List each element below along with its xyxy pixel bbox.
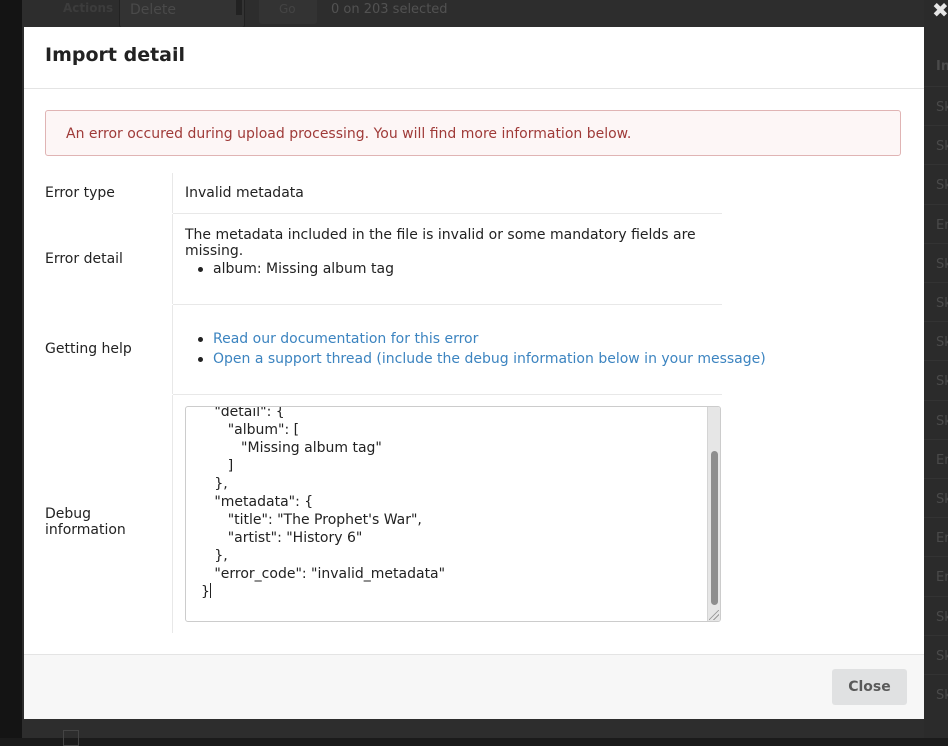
resize-grip-icon[interactable] [709,610,719,620]
table-cell: Sk [936,256,948,272]
debug-code-line: } [201,584,210,600]
table-cell: Er [936,217,948,233]
close-icon[interactable]: ✖ [932,0,948,22]
error-type-row: Error type Invalid metadata [45,173,721,213]
error-detail-label: Error detail [45,251,123,267]
debug-code-line: "title": "The Prophet's War", [201,512,422,528]
error-alert-text: An error occured during upload processin… [66,126,632,142]
table-row-divider [924,86,948,87]
error-alert: An error occured during upload processin… [45,110,901,156]
table-cell: Er [936,452,948,468]
action-select-value: Delete [130,2,176,18]
debug-code-line: "error_code": "invalid_metadata" [201,566,446,582]
go-button: Go [259,0,317,24]
modal-title: Import detail [45,44,186,66]
debug-label-cell: Debug information [45,395,173,633]
debug-scrollbar[interactable] [707,407,720,621]
debug-code-line: "metadata": { [201,494,314,510]
debug-scrollbar-thumb[interactable] [711,451,718,605]
debug-label: Debug information [45,506,126,538]
debug-code-line: }, [201,476,228,492]
debug-code-line: "Missing album tag" [201,440,382,456]
table-cell: Sk [936,139,948,155]
modal-header: Import detail [24,27,924,89]
getting-help-label-cell: Getting help [45,305,173,394]
table-cell: Sk [936,648,948,664]
table-row-divider [924,399,948,401]
actions-label: Actions [63,1,114,15]
table-row-divider [924,674,948,675]
table-row-divider [924,634,948,636]
background-sidebar [0,0,22,738]
error-type-label-cell: Error type [45,173,173,213]
background-table-column: In Sk Sk Sk Er Sk Sk Sk Sk Sk Er Sk Er Er Sk Sk Sk [924,0,948,738]
action-select: Delete [119,0,245,28]
table-row-divider [924,321,948,323]
table-cell: Sk [936,413,948,429]
table-cell: Sk [936,178,948,194]
debug-code-line: "detail": { [201,406,285,420]
table-row-divider [924,242,948,244]
help-item-support: Open a support thread (include the debug… [195,351,766,367]
error-type-value: Invalid metadata [185,185,304,201]
table-cell: Sk [936,688,948,703]
help-item-documentation: Read our documentation for this error [195,331,478,347]
error-detail-text: The metadata included in the file is inv… [185,227,696,259]
table-row-divider [924,282,948,283]
table-cell: Sk [936,296,948,311]
table-row-divider [924,556,948,558]
table-row-divider [924,360,948,362]
error-type-value-cell: Invalid metadata [185,173,721,213]
text-caret [209,583,211,598]
modal-footer: Close [24,654,924,719]
table-cell: Er [936,570,948,586]
table-row-divider [924,438,948,440]
table-cell: Sk [936,335,948,351]
table-row-divider [924,125,948,127]
debug-code-line: }, [201,548,228,564]
error-detail-row: Error detail The metadata included in th… [45,214,721,304]
column-header: In [936,59,948,74]
table-cell: Sk [936,609,948,625]
table-row-divider [924,517,948,519]
error-detail-value-cell: The metadata included in the file is inv… [185,214,721,304]
getting-help-row: Getting help Read our documentation for … [45,305,766,394]
debug-code-line: "artist": "History 6" [201,530,363,546]
error-detail-label-cell: Error detail [45,214,173,304]
table-row-divider [924,164,948,166]
documentation-link[interactable]: Read our documentation for this error [213,331,478,347]
support-thread-link[interactable]: Open a support thread (include the debug… [213,351,766,367]
table-row-divider [924,203,948,205]
close-button[interactable]: Close [832,669,907,705]
debug-textarea[interactable]: "detail": { "album": [ "Missing album ta… [185,406,721,622]
table-row-divider [924,595,948,597]
table-row-divider [924,478,948,479]
error-type-label: Error type [45,185,115,201]
error-detail-item: album: Missing album tag [195,261,394,277]
selection-counter: 0 on 203 selected [331,2,448,17]
debug-row: Debug information "detail": { "album": [… [45,395,721,633]
table-cell: Sk [936,492,948,507]
table-cell: Er [936,531,948,547]
debug-code-line: "album": [ [201,422,300,438]
getting-help-value-cell: Read our documentation for this error Op… [185,305,766,394]
table-cell: Sk [936,374,948,390]
row-checkbox [63,730,79,746]
getting-help-label: Getting help [45,341,132,357]
table-cell: Sk [936,100,948,115]
debug-code-line: ] [201,458,234,474]
select-arrow-icon [236,0,242,15]
import-detail-modal: Import detail An error occured during up… [24,27,924,719]
debug-code: "detail": { "album": [ "Missing album ta… [201,406,446,601]
go-button-label: Go [279,2,296,16]
